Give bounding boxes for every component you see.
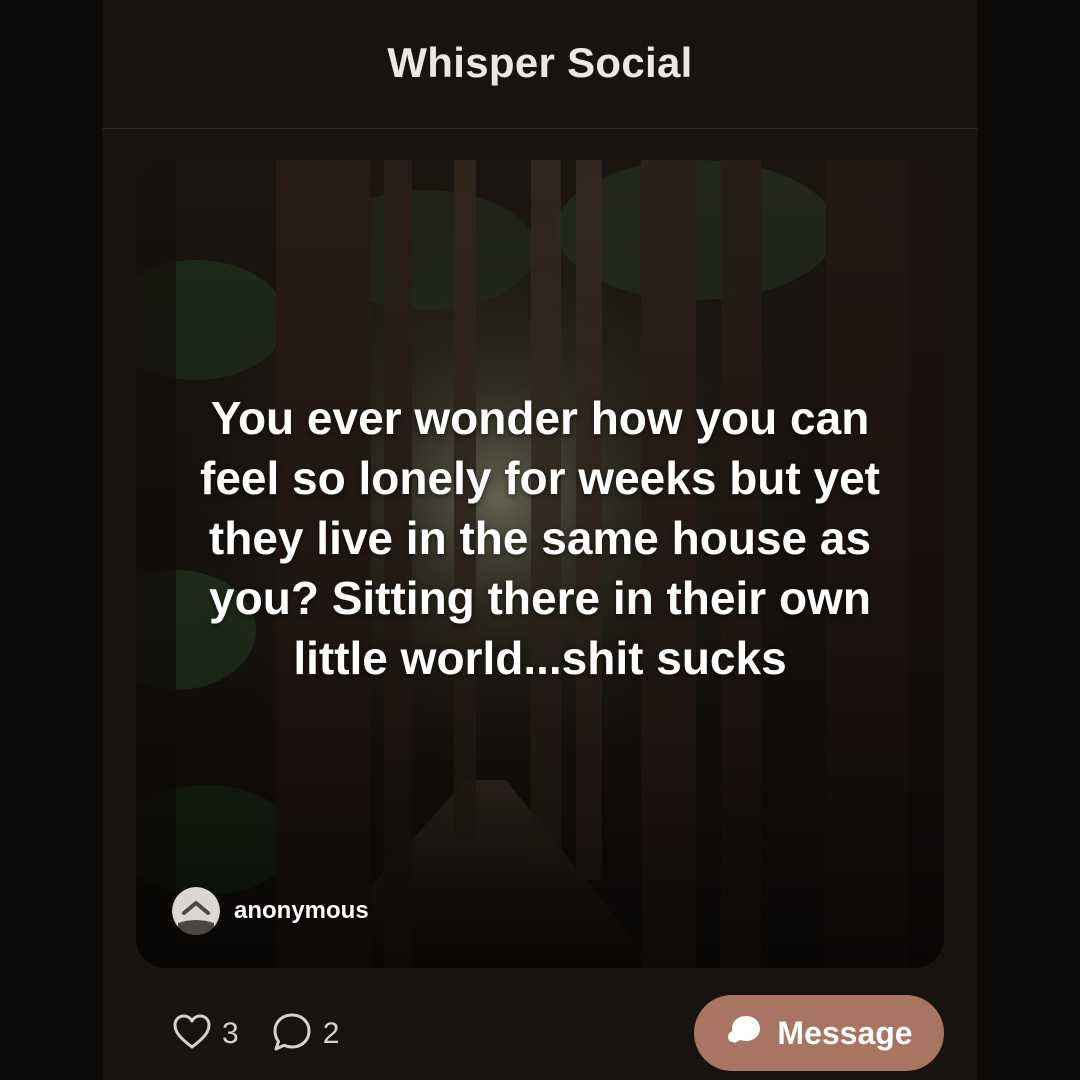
message-button[interactable]: Message	[694, 995, 944, 1071]
like-button[interactable]: 3	[172, 1013, 239, 1056]
post-author[interactable]: anonymous	[172, 886, 369, 936]
author-name: anonymous	[234, 897, 369, 924]
chat-bubbles-icon	[725, 1013, 763, 1054]
app-container: Whisper Social You ever wonder how you c…	[102, 0, 978, 1080]
app-title: Whisper Social	[387, 39, 693, 86]
app-header: Whisper Social	[102, 0, 978, 129]
anonymous-mask-icon	[172, 887, 220, 935]
comment-icon	[271, 1011, 313, 1058]
comment-count: 2	[322, 1017, 340, 1050]
comment-button[interactable]: 2	[271, 1011, 340, 1058]
post-text: You ever wonder how you can feel so lone…	[200, 392, 880, 684]
message-button-label: Message	[777, 1014, 913, 1051]
like-count: 3	[222, 1017, 239, 1050]
post-actions: 3 2	[172, 1004, 339, 1064]
post-card[interactable]: You ever wonder how you can feel so lone…	[136, 160, 944, 968]
heart-icon	[172, 1013, 212, 1056]
